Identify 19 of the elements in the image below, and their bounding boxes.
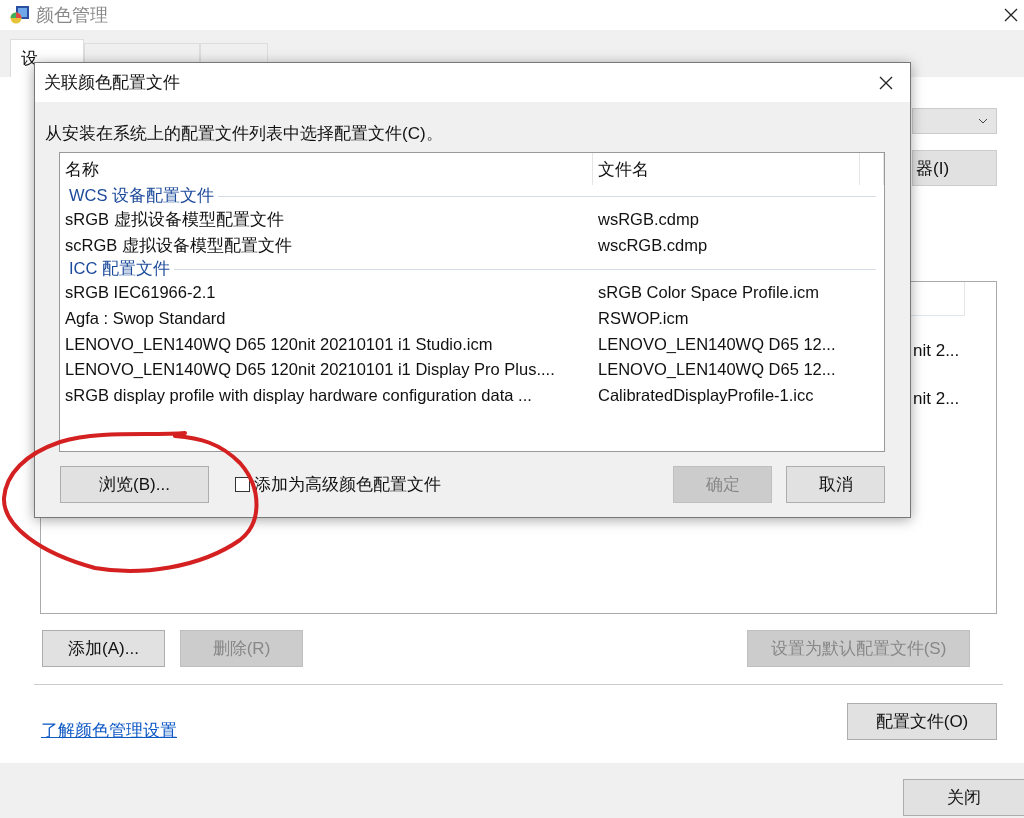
window-title: 颜色管理	[36, 4, 108, 27]
table-cell-text: scRGB 虚拟设备模型配置文件	[64, 234, 293, 256]
table-cell-text: LENOVO_LEN140WQ D65 120nit 20210101 i1 Studio.icm	[64, 333, 494, 355]
group-header: WCS 设备配置文件	[69, 185, 215, 206]
table-cell-text: wsRGB.cdmp	[597, 209, 699, 230]
table-cell-text: LENOVO_LEN140WQ D65 12...	[597, 359, 836, 381]
table-cell-text: wscRGB.cdmp	[597, 234, 708, 256]
table-cell-text: LENOVO_LEN140WQ D65 120nit 20210101 i1 Display Pro Plus....	[64, 359, 556, 381]
table-cell-text: sRGB display profile with display hardware configuration data ...	[64, 385, 533, 407]
table-cell-text: sRGB Color Space Profile.icm	[597, 282, 819, 304]
group-header: ICC 配置文件	[69, 258, 170, 280]
instruction-text: 从安装在系统上的配置文件列表中选择配置文件(C)。	[45, 123, 444, 144]
table-cell-text: RSWOP.icm	[597, 308, 689, 330]
table-cell-text: Agfa : Swop Standard	[64, 308, 227, 330]
table-cell-text: LENOVO_LEN140WQ D65 12...	[597, 333, 836, 355]
table-cell-text: sRGB 虚拟设备模型配置文件	[64, 209, 285, 230]
table-cell-text: sRGB IEC61966-2.1	[64, 282, 217, 304]
checkbox-label: 添加为高级颜色配置文件	[254, 474, 441, 496]
table-cell-text: CalibratedDisplayProfile-1.icc	[597, 385, 814, 407]
